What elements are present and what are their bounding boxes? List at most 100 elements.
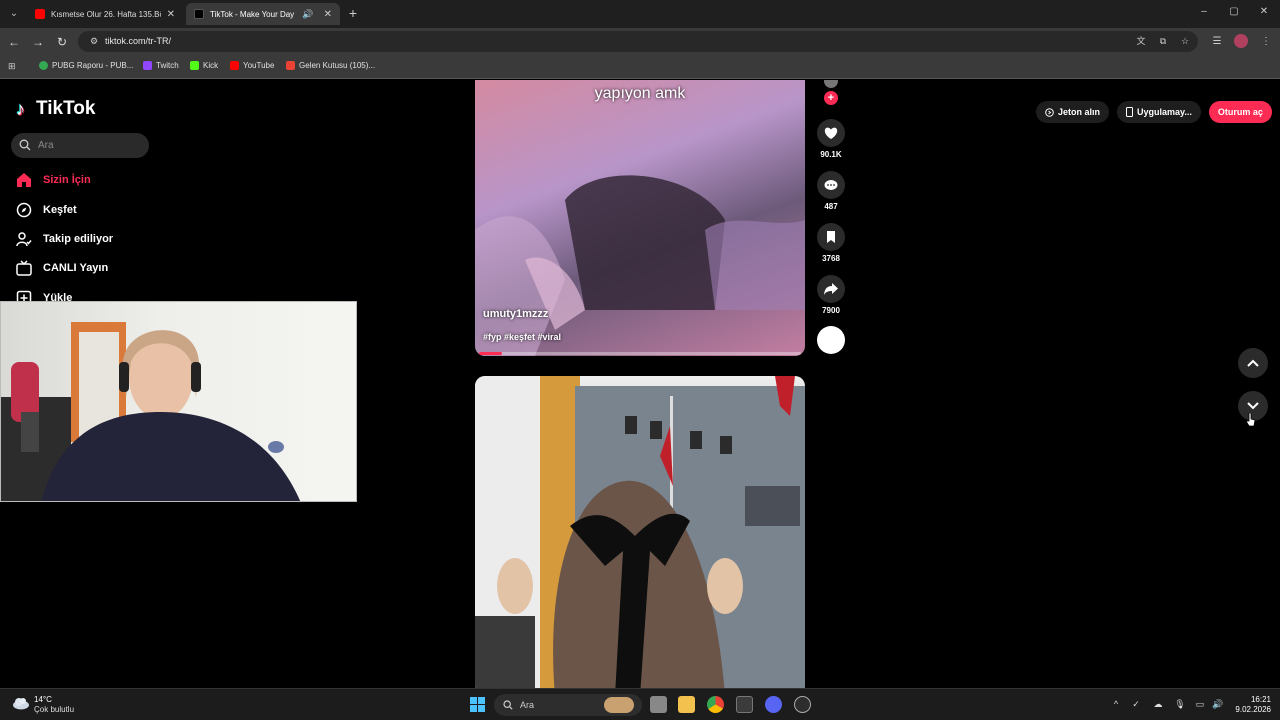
follow-button[interactable]: + <box>824 91 838 105</box>
browser-toolbar: ← → ↻ ⚙ tiktok.com/tr-TR/ 文 ⧉ ☆ ☰ ⋮ <box>0 28 1280 55</box>
save-action[interactable]: 3768 <box>816 223 846 263</box>
minimize-icon[interactable]: – <box>1196 6 1212 17</box>
tiktok-logo[interactable]: ♪ ♪ ♪ TikTok <box>15 98 96 120</box>
weather-temperature[interactable]: 14°C <box>34 695 52 704</box>
clock-time[interactable]: 16:21 <box>1235 695 1271 704</box>
home-icon <box>15 171 33 189</box>
save-count: 3768 <box>822 254 840 263</box>
like-action[interactable]: 90.1K <box>816 119 846 159</box>
close-tab-icon[interactable]: ✕ <box>324 9 332 20</box>
bookmark-youtube[interactable]: YouTube <box>230 61 274 70</box>
creator-avatar[interactable] <box>824 80 838 88</box>
video-progress-fill <box>479 352 502 355</box>
phone-icon <box>1126 107 1134 117</box>
site-info-icon[interactable]: ⚙ <box>88 35 100 47</box>
profile-avatar[interactable] <box>1234 34 1248 48</box>
nav-label: CANLI Yayın <box>43 262 109 274</box>
heart-icon <box>824 127 838 139</box>
login-button[interactable]: Oturum aç <box>1208 101 1272 123</box>
bookmark-kick[interactable]: Kick <box>190 61 218 70</box>
video-author[interactable]: umuty1mzzz <box>483 308 548 320</box>
address-bar[interactable]: ⚙ tiktok.com/tr-TR/ 文 ⧉ ☆ <box>78 31 1198 52</box>
chevron-down-icon <box>1247 402 1259 410</box>
install-app-icon[interactable]: ⧉ <box>1157 35 1169 47</box>
maximize-icon[interactable]: ▢ <box>1226 6 1242 17</box>
store-icon[interactable] <box>736 696 753 713</box>
share-action[interactable]: 7900 <box>816 275 846 315</box>
show-hidden-icons-icon[interactable]: ^ <box>1110 699 1122 709</box>
obs-icon[interactable] <box>794 696 811 713</box>
windows-start-icon[interactable] <box>470 697 485 712</box>
browser-window: ⌄ Kısmetse Olur 26. Hafta 135.Bö ✕ TikTo… <box>0 0 1280 720</box>
apps-grid-icon[interactable]: ⊞ <box>8 61 19 72</box>
video-frame-image <box>475 376 805 688</box>
video-card-2[interactable] <box>475 376 805 688</box>
url-text[interactable]: tiktok.com/tr-TR/ <box>105 36 171 46</box>
share-button[interactable] <box>817 275 845 303</box>
get-app-button[interactable]: Uygulamay... <box>1117 101 1201 123</box>
header-actions: Jeton alın Uygulamay... Oturum aç <box>1036 101 1272 123</box>
music-disc-icon[interactable] <box>817 326 845 354</box>
search-icon <box>19 139 31 151</box>
file-explorer-icon[interactable] <box>678 696 695 713</box>
bookmark-pubg[interactable]: PUBG Raporu - PUB... <box>39 61 133 70</box>
bookmark-icon <box>827 231 835 243</box>
video-hashtags[interactable]: #fyp #keşfet #viral <box>483 332 561 342</box>
tab-tiktok[interactable]: TikTok - Make Your Day 🔊 ✕ <box>186 3 340 25</box>
search-input[interactable]: Ara <box>11 133 149 158</box>
browser-menu-icon[interactable]: ⋮ <box>1259 35 1273 49</box>
like-button[interactable] <box>817 119 845 147</box>
get-coins-button[interactable]: Jeton alın <box>1036 101 1110 123</box>
audio-playing-icon[interactable]: 🔊 <box>302 9 313 20</box>
nav-explore[interactable]: Keşfet <box>15 200 77 220</box>
translate-icon[interactable]: 文 <box>1135 35 1147 47</box>
back-icon[interactable]: ← <box>6 34 22 50</box>
share-count: 7900 <box>822 306 840 315</box>
tab-search-icon[interactable]: ⌄ <box>6 6 22 22</box>
onedrive-icon[interactable]: ☁ <box>1152 699 1164 710</box>
taskbar-search[interactable]: Ara <box>494 694 642 716</box>
search-highlight-icon <box>604 697 634 713</box>
nav-live[interactable]: CANLI Yayın <box>15 258 108 278</box>
reading-list-icon[interactable]: ☰ <box>1210 35 1224 49</box>
kick-favicon-icon <box>190 61 199 70</box>
twitch-favicon-icon <box>143 61 152 70</box>
previous-video-button[interactable] <box>1238 348 1268 378</box>
reload-icon[interactable]: ↻ <box>54 34 70 50</box>
cloud-icon <box>13 698 29 710</box>
comment-action[interactable]: 487 <box>816 171 846 211</box>
gmail-favicon-icon <box>286 61 295 70</box>
clock-date[interactable]: 9.02.2026 <box>1229 705 1271 714</box>
video-card-1[interactable]: yapıyon amk umuty1mzzz #fyp #keşfet #vir… <box>475 80 805 356</box>
youtube-favicon-icon <box>230 61 239 70</box>
weather-description[interactable]: Çok bulutlu <box>34 705 74 714</box>
nav-for-you[interactable]: Sizin İçin <box>15 170 91 190</box>
chevron-up-icon <box>1247 359 1259 367</box>
save-button[interactable] <box>817 223 845 251</box>
bookmark-star-icon[interactable]: ☆ <box>1179 35 1191 47</box>
video-progress-bar[interactable] <box>479 352 801 355</box>
brand-name: TikTok <box>36 98 96 119</box>
comment-button[interactable] <box>817 171 845 199</box>
bookmark-gmail[interactable]: Gelen Kutusu (105)... <box>286 61 375 70</box>
chrome-icon[interactable] <box>707 696 724 713</box>
nav-following[interactable]: Takip ediliyor <box>15 229 113 249</box>
microphone-icon[interactable]: 🎙 <box>1174 699 1186 710</box>
forward-icon[interactable]: → <box>30 34 46 50</box>
bookmark-twitch[interactable]: Twitch <box>143 61 179 70</box>
display-icon[interactable]: ▭ <box>1194 699 1206 710</box>
new-tab-button[interactable]: + <box>345 5 361 21</box>
tray-app-icon[interactable]: ✓ <box>1130 699 1142 710</box>
close-window-icon[interactable]: ✕ <box>1256 6 1272 17</box>
pubg-favicon-icon <box>39 61 48 70</box>
tab-youtube[interactable]: Kısmetse Olur 26. Hafta 135.Bö ✕ <box>27 3 183 25</box>
bookmarks-bar: ⊞ PUBG Raporu - PUB... Twitch Kick YouTu… <box>0 55 1280 79</box>
task-view-icon[interactable] <box>650 696 667 713</box>
search-placeholder: Ara <box>38 140 54 151</box>
live-tv-icon <box>15 259 33 277</box>
volume-icon[interactable]: 🔊 <box>1212 699 1224 710</box>
close-tab-icon[interactable]: ✕ <box>167 9 175 20</box>
discord-icon[interactable] <box>765 696 782 713</box>
tab-title: TikTok - Make Your Day <box>210 9 295 19</box>
like-count: 90.1K <box>820 150 842 159</box>
